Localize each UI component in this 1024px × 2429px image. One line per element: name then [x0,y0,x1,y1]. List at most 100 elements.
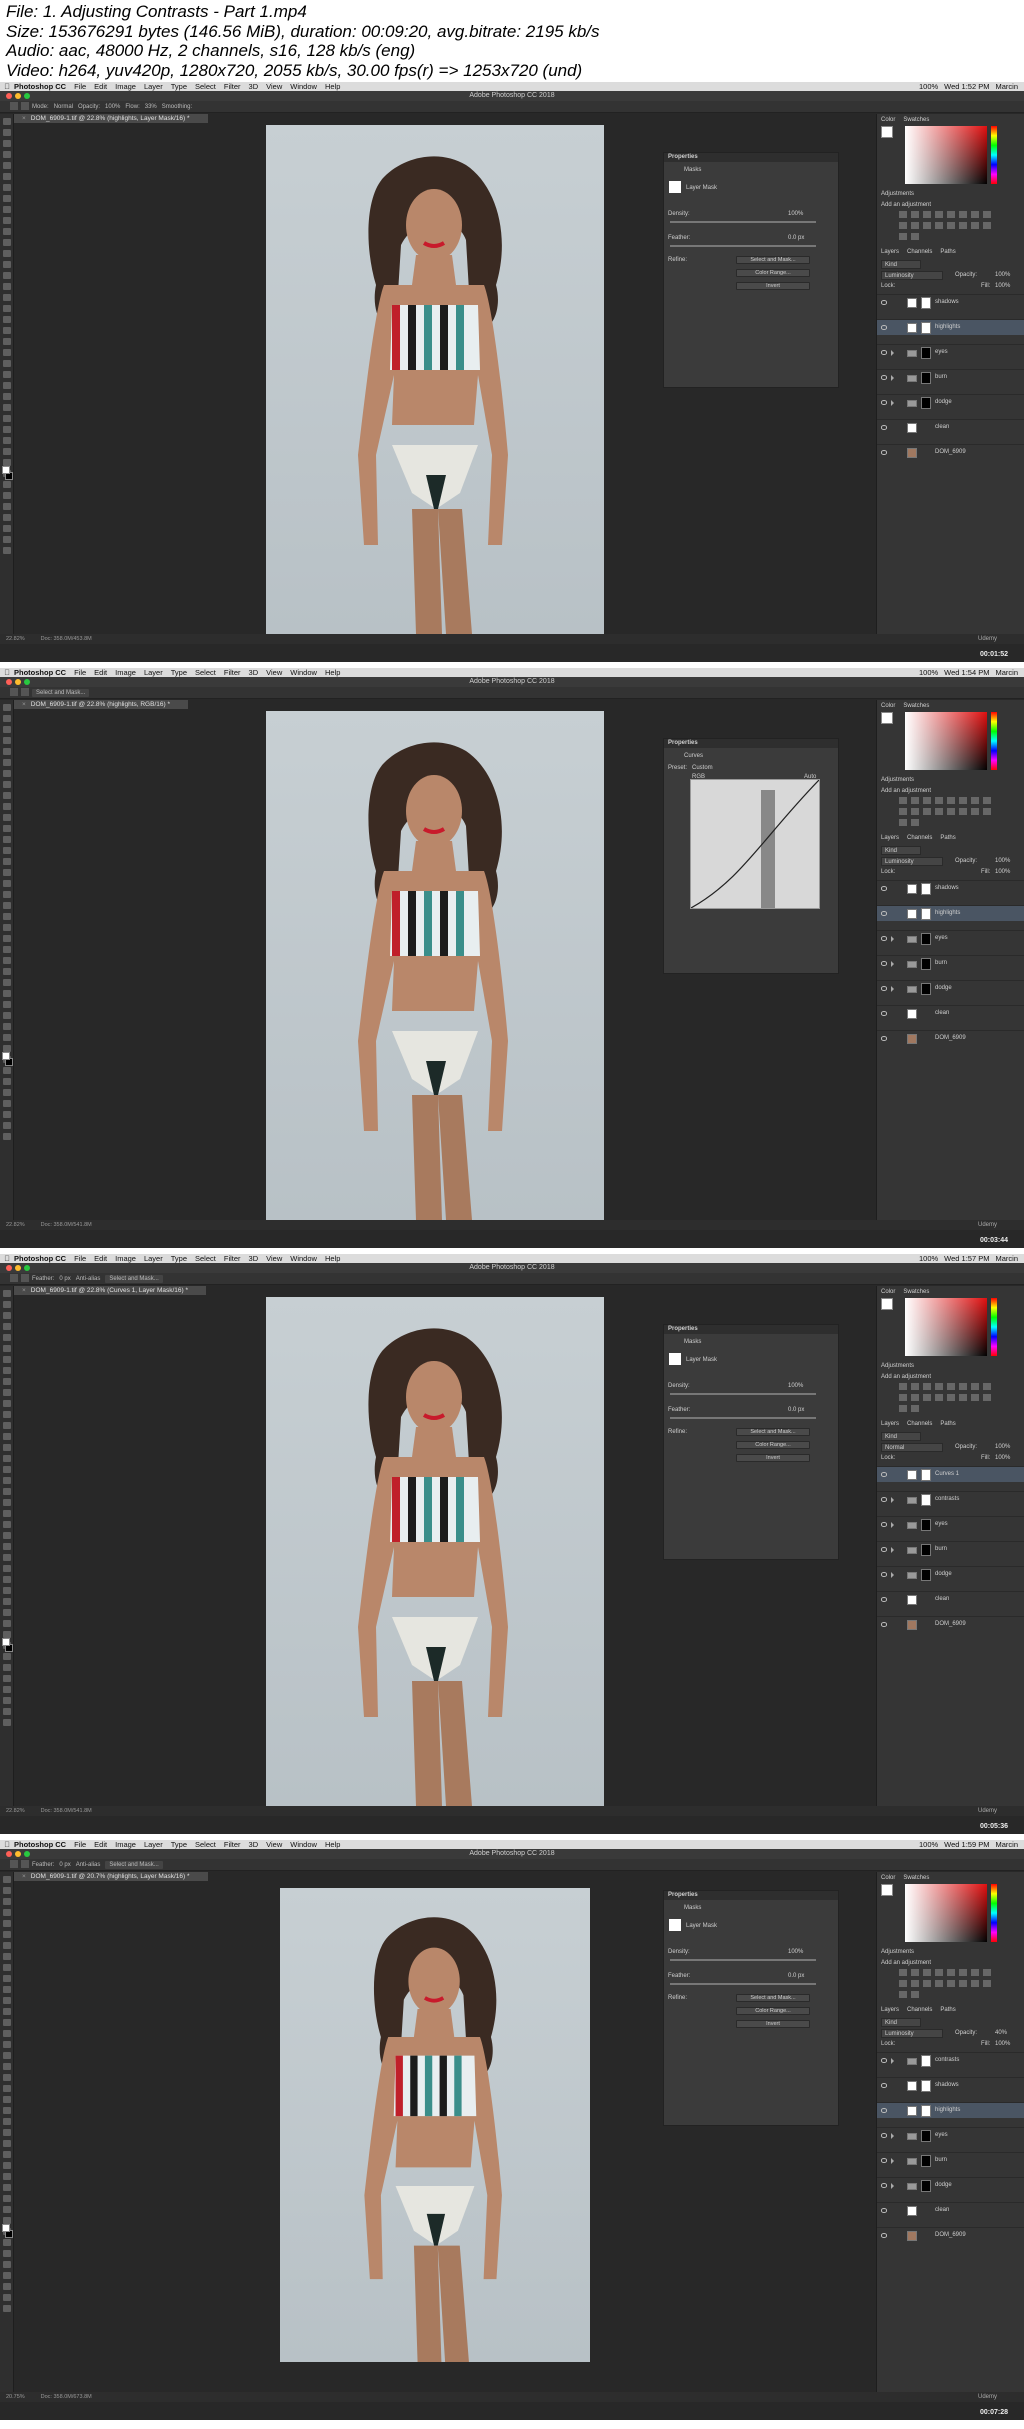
panel-tab[interactable]: Layers [881,2007,899,2013]
tool-icon[interactable] [3,239,11,246]
tool-icon[interactable] [3,1067,11,1074]
panel-tab[interactable]: Paths [940,249,955,255]
layer-row[interactable]: highlights [877,319,1024,335]
adjustment-icon[interactable] [947,808,955,815]
tool-icon[interactable] [3,1389,11,1396]
visibility-eye-icon[interactable] [881,400,887,405]
adjustment-icon[interactable] [899,211,907,218]
layer-row[interactable]: eyes [877,930,1024,946]
menu-item[interactable]: Edit [94,668,107,677]
tool-icon[interactable] [3,726,11,733]
tool-icon[interactable] [3,283,11,290]
menu-item[interactable]: 3D [249,82,259,91]
panel-tab[interactable]: Channels [907,835,932,841]
tool-icon[interactable] [3,404,11,411]
expand-arrow-icon[interactable] [891,936,894,942]
hue-slider[interactable] [991,126,997,184]
adjustment-icon[interactable] [983,222,991,229]
color-range-button[interactable]: Color Range... [736,1441,810,1449]
preset-select[interactable]: Custom [692,765,713,771]
tool-icon[interactable] [3,1290,11,1297]
panel-tab[interactable]: Channels [907,249,932,255]
tool-icon[interactable] [3,946,11,953]
tool-icon[interactable] [3,547,11,554]
visibility-eye-icon[interactable] [881,2233,887,2238]
tool-icon[interactable] [3,1012,11,1019]
tool-icon[interactable] [3,305,11,312]
zoom-window-button[interactable] [24,93,30,99]
adjustment-icon[interactable] [935,1394,943,1401]
expand-arrow-icon[interactable] [891,350,894,356]
tool-icon[interactable] [3,2074,11,2081]
adjustment-icon[interactable] [923,222,931,229]
tool-icon[interactable] [3,1356,11,1363]
tool-icon[interactable] [3,1953,11,1960]
adjustment-icon[interactable] [911,1383,919,1390]
expand-arrow-icon[interactable] [891,1522,894,1528]
select-and-mask-button[interactable]: Select and Mask... [736,1994,810,2002]
tool-icon[interactable] [3,261,11,268]
menu-item[interactable]: 3D [249,668,259,677]
layer-row[interactable]: eyes [877,1516,1024,1532]
tool-icon[interactable] [3,1488,11,1495]
layer-mask-thumbnail[interactable] [921,297,931,309]
tool-icon[interactable] [3,382,11,389]
close-window-button[interactable] [6,679,12,685]
visibility-eye-icon[interactable] [881,961,887,966]
visibility-eye-icon[interactable] [881,450,887,455]
layer-row[interactable]: shadows [877,294,1024,310]
tool-icon[interactable] [3,1034,11,1041]
layer-row[interactable]: burn [877,369,1024,385]
apple-icon[interactable]:  [0,82,14,91]
panel-tab[interactable]: Color [881,1875,895,1881]
adjustment-icon[interactable] [947,1980,955,1987]
tool-option[interactable]: Flow: [125,101,139,113]
tool-icon[interactable] [3,858,11,865]
adjustment-icon[interactable] [959,1383,967,1390]
tool-icon[interactable] [3,2305,11,2312]
menu-item[interactable]: Layer [144,668,163,677]
expand-arrow-icon[interactable] [891,961,894,967]
tool-icon[interactable] [3,2173,11,2180]
tool-icon[interactable] [3,1964,11,1971]
fill-value[interactable]: 100% [995,868,1010,876]
opacity-value[interactable]: 100% [995,1443,1010,1451]
adjustment-icon[interactable] [983,808,991,815]
menu-item[interactable]: Select [195,1254,216,1263]
invert-button[interactable]: Invert [736,1454,810,1462]
adjustment-icon[interactable] [911,819,919,826]
layer-row[interactable]: burn [877,2152,1024,2168]
adjustment-icon[interactable] [947,797,955,804]
tool-icon[interactable] [3,1719,11,1726]
layer-filter-select[interactable]: Kind [881,1432,921,1441]
tool-icon[interactable] [3,1543,11,1550]
tool-icon[interactable] [3,1664,11,1671]
tool-icon[interactable] [3,514,11,521]
select-and-mask-button[interactable]: Select and Mask... [105,1861,163,1869]
tool-preset-icon[interactable] [10,1274,18,1283]
menu-item[interactable]: View [266,668,282,677]
color-picker-field[interactable] [905,1884,987,1942]
tool-icon[interactable] [3,1345,11,1352]
hue-slider[interactable] [991,1298,997,1356]
tool-icon[interactable] [3,2250,11,2257]
tool-icon[interactable] [3,1876,11,1883]
adjustment-icon[interactable] [935,808,943,815]
tool-option[interactable]: Mode: [32,101,49,113]
layer-row[interactable]: DOM_6909 [877,444,1024,460]
tool-icon[interactable] [3,1697,11,1704]
visibility-eye-icon[interactable] [881,1622,887,1627]
tool-option[interactable]: Normal [54,101,73,113]
adjustment-icon[interactable] [947,222,955,229]
feather-slider[interactable] [670,1983,816,1985]
minimize-window-button[interactable] [15,1265,21,1271]
layer-row[interactable]: highlights [877,2102,1024,2118]
tool-icon[interactable] [3,1708,11,1715]
menu-item[interactable]: Window [290,82,317,91]
tool-icon[interactable] [3,2052,11,2059]
foreground-color-swatch[interactable] [2,466,10,474]
layer-row[interactable]: highlights [877,905,1024,921]
adjustment-icon[interactable] [959,797,967,804]
layer-mask-thumbnail[interactable] [921,908,931,920]
close-tab-icon[interactable]: × [22,1287,26,1294]
